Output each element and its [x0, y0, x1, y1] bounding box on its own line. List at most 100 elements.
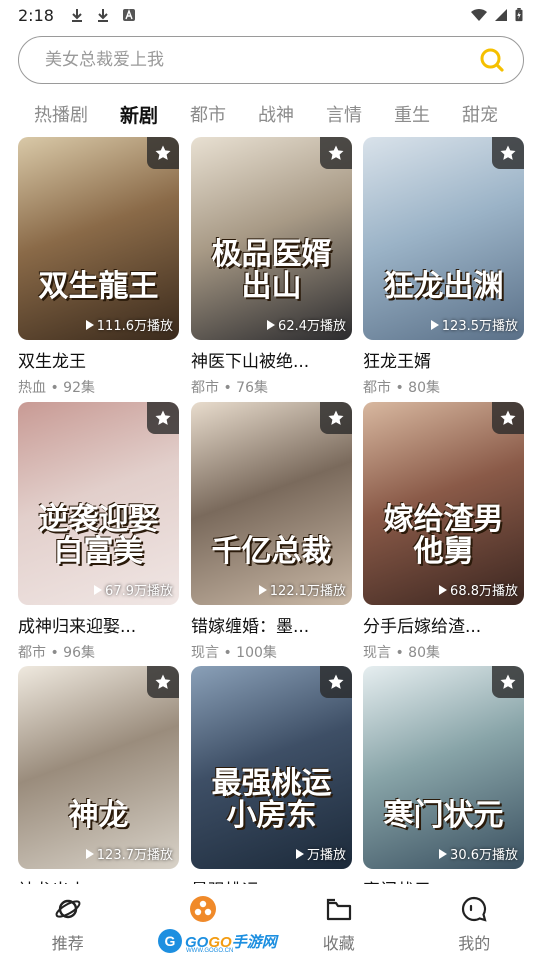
tab-urban[interactable]: 都市 [190, 101, 226, 127]
watermark-text-c: 手游网 [231, 933, 277, 951]
system-icons [470, 8, 524, 22]
poster-title-art: 神龙 [68, 797, 129, 833]
play-icon [85, 319, 94, 330]
drama-title[interactable]: 神医下山被绝... [191, 347, 352, 372]
star-icon [155, 410, 171, 425]
drama-poster[interactable]: 神龙 123.7万播放 [18, 666, 179, 869]
drama-card[interactable]: 神龙123.7万播放神龙出山 [18, 666, 179, 906]
play-count-text: 67.9万播放 [105, 584, 173, 599]
tab-war-god[interactable]: 战神 [258, 101, 294, 127]
download-icon [97, 9, 108, 22]
notification-icons [70, 8, 136, 22]
tab-sweet[interactable]: 甜宠 [462, 101, 498, 127]
tab-rebirth[interactable]: 重生 [394, 101, 430, 127]
nav-label: 推荐 [51, 934, 84, 953]
star-icon [500, 410, 516, 425]
drama-meta: 热血 • 92集 [18, 380, 95, 396]
theater-icon [188, 894, 218, 924]
planet-icon [53, 894, 83, 924]
drama-card[interactable]: 最强桃运小房东万播放最强桃运 [191, 666, 352, 906]
star-icon [328, 410, 344, 425]
drama-card[interactable]: 千亿总裁 122.1万播放 错嫁缠婚：墨... 现言 • 100集 [191, 402, 352, 662]
star-icon [328, 674, 344, 689]
favorite-star-button[interactable] [492, 402, 524, 434]
status-time: 2:18 [18, 5, 54, 25]
download-icon [71, 9, 82, 22]
watermark-circle: G [158, 929, 182, 953]
drama-meta: 现言 • 80集 [363, 645, 440, 661]
play-icon [430, 319, 439, 330]
play-icon [439, 848, 448, 859]
poster-title-art: 嫁给渣男他舅 [383, 502, 504, 569]
play-count: 62.4万播放 [267, 315, 346, 334]
drama-title[interactable]: 狂龙王婿 [363, 347, 524, 372]
a-badge-icon [122, 9, 135, 21]
drama-meta: 都市 • 76集 [191, 380, 268, 396]
category-tabs: 热播剧 新剧 都市 战神 言情 重生 甜宠 [0, 96, 542, 132]
star-icon [155, 145, 171, 160]
favorite-star-button[interactable] [492, 137, 524, 169]
drama-poster[interactable]: 寒门状元 30.6万播放 [363, 666, 524, 869]
drama-title[interactable]: 成神归来迎娶... [18, 612, 179, 637]
play-count: 122.1万播放 [258, 580, 346, 599]
drama-card[interactable]: 双生龍王 111.6万播放双生龙王热血 • 92集 [18, 137, 179, 397]
star-icon [328, 145, 344, 160]
watermark-sub: WWW.GOGO.CN [186, 948, 234, 954]
play-icon [94, 584, 103, 595]
play-count: 万播放 [295, 844, 346, 863]
wifi-icon [471, 8, 487, 21]
play-count: 68.8万播放 [439, 580, 518, 599]
drama-poster[interactable]: 嫁给渣男他舅 68.8万播放 [363, 402, 524, 605]
tab-hot[interactable]: 热播剧 [34, 101, 88, 127]
play-icon [439, 584, 448, 595]
favorite-star-button[interactable] [492, 666, 524, 698]
drama-card[interactable]: 逆袭迎娶白富美 67.9万播放 成神归来迎娶... 都市 • 96集 [18, 402, 179, 662]
drama-card[interactable]: 狂龙出渊 123.5万播放狂龙王婿都市 • 80集 [363, 137, 524, 397]
search-button[interactable] [477, 45, 507, 75]
play-count: 123.7万播放 [85, 844, 173, 863]
search-bar[interactable] [18, 36, 524, 84]
tab-romance[interactable]: 言情 [326, 101, 362, 127]
favorite-star-button[interactable] [320, 666, 352, 698]
play-count-text: 万播放 [306, 848, 346, 863]
poster-title-art: 寒门状元 [383, 797, 504, 833]
drama-card[interactable]: 嫁给渣男他舅 68.8万播放分手后嫁给渣... 现言 • 80集 [363, 402, 524, 662]
play-count-text: 68.8万播放 [450, 584, 518, 599]
favorite-star-button[interactable] [147, 666, 179, 698]
drama-poster[interactable]: 双生龍王 111.6万播放 [18, 137, 179, 340]
poster-title-art: 双生龍王 [38, 268, 159, 304]
drama-card[interactable]: 寒门状元 30.6万播放寒门状元 [363, 666, 524, 906]
search-input[interactable] [45, 50, 477, 70]
poster-title-art: 逆袭迎娶白富美 [38, 502, 159, 569]
drama-poster[interactable]: 千亿总裁 122.1万播放 [191, 402, 352, 605]
play-count: 67.9万播放 [94, 580, 173, 599]
signal-icon [495, 9, 507, 21]
tab-new[interactable]: 新剧 [120, 101, 158, 128]
play-icon [85, 848, 94, 859]
poster-title-art: 最强桃运小房东 [211, 766, 332, 833]
drama-poster[interactable]: 最强桃运小房东万播放 [191, 666, 352, 869]
nav-profile[interactable]: 我的 [407, 884, 542, 965]
nav-recommend[interactable]: 推荐 [0, 884, 136, 965]
drama-poster[interactable]: 极品医婿出山 62.4万播放 [191, 137, 352, 340]
profile-icon [459, 894, 489, 924]
drama-poster[interactable]: 逆袭迎娶白富美 67.9万播放 [18, 402, 179, 605]
nav-favorites[interactable]: 收藏 [271, 884, 407, 965]
drama-card[interactable]: 极品医婿出山 62.4万播放神医下山被绝... 都市 • 76集 [191, 137, 352, 397]
favorite-star-button[interactable] [147, 137, 179, 169]
star-icon [500, 145, 516, 160]
nav-label: 我的 [458, 934, 491, 953]
drama-title[interactable]: 双生龙王 [18, 347, 179, 372]
favorite-star-button[interactable] [147, 402, 179, 434]
drama-meta: 都市 • 80集 [363, 380, 440, 396]
play-count-text: 62.4万播放 [278, 319, 346, 334]
drama-title[interactable]: 分手后嫁给渣... [363, 612, 524, 637]
play-count-text: 111.6万播放 [96, 319, 173, 334]
drama-poster[interactable]: 狂龙出渊 123.5万播放 [363, 137, 524, 340]
play-count: 111.6万播放 [85, 315, 173, 334]
favorite-star-button[interactable] [320, 402, 352, 434]
drama-title[interactable]: 错嫁缠婚：墨... [191, 612, 352, 637]
status-bar: 2:18 [0, 0, 542, 30]
favorite-star-button[interactable] [320, 137, 352, 169]
play-icon [295, 848, 304, 859]
